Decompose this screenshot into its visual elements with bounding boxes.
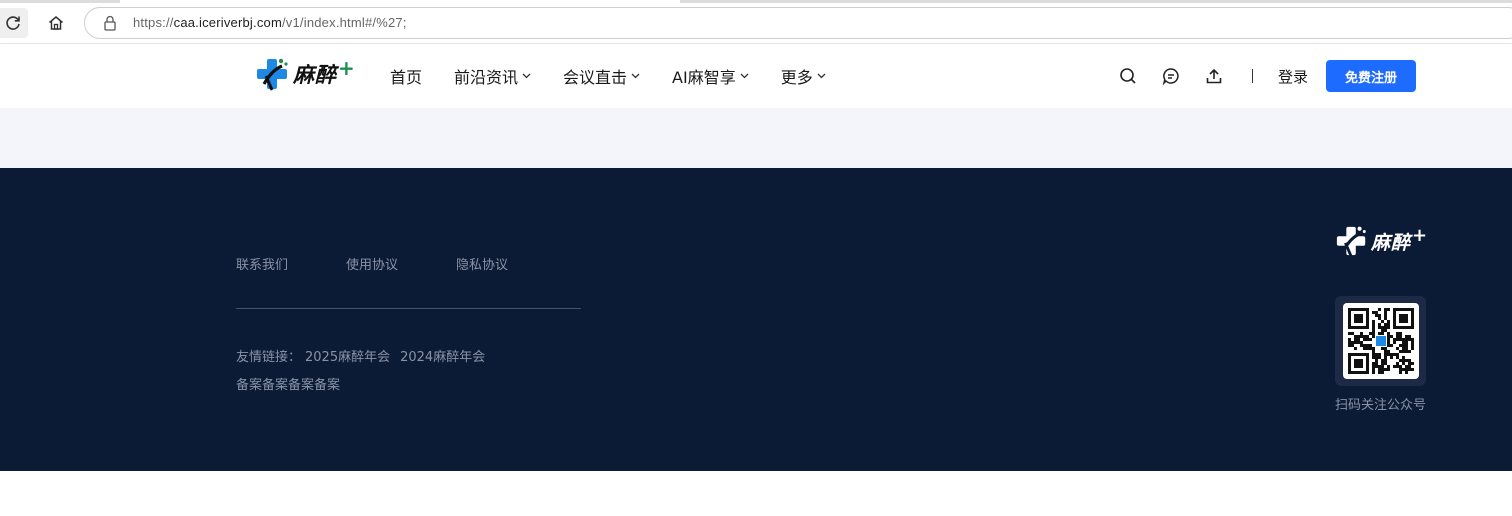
logo-text: 麻醉: [293, 63, 337, 87]
footer-links: 联系我们 使用协议 隐私协议: [236, 254, 566, 273]
lock-icon[interactable]: [103, 15, 117, 35]
beian-text[interactable]: 备案备案备案备案: [236, 374, 340, 393]
site-footer: 联系我们 使用协议 隐私协议 友情链接： 2025麻醉年会 2024麻醉年会 备…: [0, 168, 1512, 471]
header-divider: [1252, 69, 1253, 83]
tab-strip: [0, 0, 1512, 3]
footer-logo-plus: +: [1412, 224, 1428, 246]
home-button[interactable]: [41, 8, 71, 38]
footer-logo-text: 麻醉: [1371, 231, 1412, 254]
upload-button[interactable]: [1203, 65, 1225, 87]
url-host: caa.iceriverbj.com: [173, 15, 282, 30]
url-path: /v1/index.html#/%27;: [281, 15, 407, 30]
qr-code: [1342, 303, 1419, 379]
active-tab-edge: [120, 0, 680, 3]
friend-link-2024[interactable]: 2024麻醉年会: [400, 346, 485, 365]
nav-label: 前沿资讯: [454, 68, 519, 87]
logo-mark-icon: [257, 58, 288, 91]
search-icon: [1120, 68, 1136, 84]
friend-links: 友情链接： 2025麻醉年会 2024麻醉年会: [236, 346, 495, 365]
footer-divider: [236, 308, 581, 309]
friend-links-label: 友情链接：: [236, 350, 302, 365]
home-icon: [49, 16, 63, 30]
reload-icon: [6, 16, 20, 30]
address-bar[interactable]: https://caa.iceriverbj.com/v1/index.html…: [84, 7, 1512, 39]
chevron-down-icon: [631, 73, 640, 79]
browser-toolbar: https://caa.iceriverbj.com/v1/index.html…: [0, 0, 1512, 44]
nav-label: 更多: [780, 68, 813, 87]
reload-button[interactable]: [0, 8, 28, 38]
login-link[interactable]: 登录: [1278, 66, 1308, 87]
chevron-down-icon: [522, 73, 531, 79]
nav-item-more[interactable]: 更多: [781, 64, 826, 88]
message-icon: [1162, 68, 1179, 85]
message-button[interactable]: [1160, 65, 1182, 87]
page-bottom: [0, 471, 1512, 516]
friend-link-2025[interactable]: 2025麻醉年会: [305, 346, 390, 365]
register-button[interactable]: 免费注册: [1326, 60, 1417, 92]
qr-code-icon: [1347, 308, 1414, 374]
logo-plus: +: [338, 56, 355, 80]
nav-label: 首页: [390, 68, 423, 87]
nav-item-conference[interactable]: 会议直击: [563, 64, 640, 88]
chevron-down-icon: [817, 73, 826, 79]
header-tools: 登录 免费注册: [1117, 44, 1417, 108]
footer-link-terms[interactable]: 使用协议: [346, 254, 398, 273]
logo-mark-icon: [1336, 226, 1366, 257]
qr-caption: 扫码关注公众号: [1335, 398, 1427, 413]
url-text[interactable]: https://caa.iceriverbj.com/v1/index.html…: [133, 15, 407, 30]
nav-item-ai[interactable]: AI麻智享: [672, 64, 749, 88]
chevron-down-icon: [740, 73, 749, 79]
content-band: [0, 108, 1512, 168]
search-button[interactable]: [1117, 65, 1139, 87]
nav-item-home[interactable]: 首页: [390, 64, 422, 88]
main-nav: 首页 前沿资讯 会议直击 AI麻智享 更多: [390, 44, 858, 108]
qr-code-card: [1335, 296, 1426, 386]
site-logo[interactable]: 麻醉 +: [255, 56, 355, 92]
footer-link-privacy[interactable]: 隐私协议: [456, 254, 508, 273]
nav-item-news[interactable]: 前沿资讯: [454, 64, 531, 88]
footer-logo: 麻醉 +: [1335, 224, 1427, 258]
url-scheme: https://: [133, 15, 174, 30]
upload-icon: [1206, 68, 1222, 84]
nav-label: AI麻智享: [672, 68, 736, 87]
nav-label: 会议直击: [563, 68, 628, 87]
site-header: 麻醉 + 首页 前沿资讯 会议直击 AI麻智享 更多 登录 免费注册: [0, 44, 1512, 108]
footer-link-contact[interactable]: 联系我们: [236, 254, 288, 273]
